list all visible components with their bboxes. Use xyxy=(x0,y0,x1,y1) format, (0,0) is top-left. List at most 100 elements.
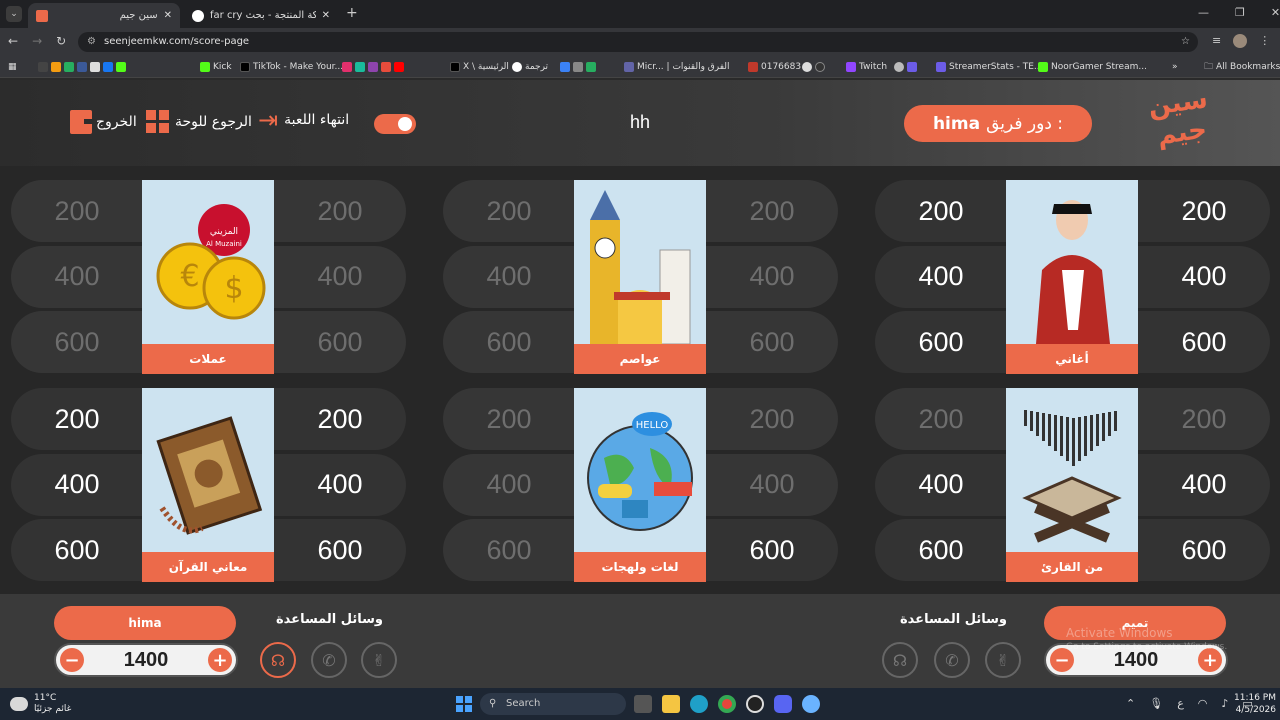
kick-icon[interactable] xyxy=(116,62,126,72)
question-value-button[interactable]: 200 xyxy=(875,180,1007,242)
question-value-button[interactable]: 600 xyxy=(274,311,406,373)
bookmark-number[interactable]: 0176683 xyxy=(748,59,801,75)
weather-cloud-icon[interactable] xyxy=(10,697,28,711)
bookmark-tiktok[interactable]: TikTok - Make Your... xyxy=(240,59,343,75)
back-to-board-link[interactable]: الرجوع للوحة xyxy=(175,114,252,130)
exit-door-icon[interactable] xyxy=(70,110,94,134)
menu-icon[interactable]: ⋮ xyxy=(1259,34,1270,48)
minimize-button[interactable]: — xyxy=(1198,6,1209,19)
mic-icon[interactable]: 🎙 xyxy=(1149,697,1163,710)
team-name-left[interactable]: hima xyxy=(54,606,236,640)
question-value-button[interactable]: 400 xyxy=(443,453,575,516)
youtube-icon[interactable] xyxy=(394,62,404,72)
bookmark-streamerstats[interactable]: StreamerStats - TE... xyxy=(936,59,1043,75)
question-value-button[interactable]: 200 xyxy=(274,388,406,450)
back-icon[interactable]: ← xyxy=(8,34,18,48)
bookmark-a-icon[interactable] xyxy=(51,62,61,72)
tab-search-button[interactable]: ⌄ xyxy=(6,6,22,22)
exit-link[interactable]: الخروج xyxy=(96,114,137,130)
phone-icon[interactable]: ✆ xyxy=(311,642,347,678)
question-value-button[interactable]: 200 xyxy=(11,388,143,450)
question-value-button[interactable]: 400 xyxy=(706,245,838,308)
task-view-icon[interactable] xyxy=(634,695,652,713)
close-icon[interactable]: ✕ xyxy=(164,10,172,21)
question-value-button[interactable]: 600 xyxy=(706,519,838,581)
instagram-icon[interactable] xyxy=(342,62,352,72)
question-value-button[interactable]: 200 xyxy=(706,388,838,450)
question-value-button[interactable]: 600 xyxy=(274,519,406,581)
question-value-button[interactable]: 400 xyxy=(274,453,406,516)
bookmark-twitch[interactable]: Twitch xyxy=(846,59,887,75)
category-card[interactable]: أغاني xyxy=(1006,180,1138,374)
tab-google-search[interactable]: far cry شركة المنتجة - بحث Goog ✕ xyxy=(184,3,338,28)
bookmark-x[interactable]: X \ الرئيسية xyxy=(450,59,509,75)
wifi-icon[interactable]: ◠ xyxy=(1198,697,1208,710)
facebook-icon[interactable] xyxy=(103,62,113,72)
media-icon[interactable]: ≡ xyxy=(1212,34,1221,48)
question-value-button[interactable]: 600 xyxy=(11,519,143,581)
grid-board-icon[interactable] xyxy=(146,110,169,133)
arrow-right-icon[interactable]: ⇥ xyxy=(258,108,278,132)
question-value-button[interactable]: 400 xyxy=(875,245,1007,308)
bookmark-discord-icon[interactable] xyxy=(368,62,378,72)
app-icon[interactable] xyxy=(802,695,820,713)
bookmark-circle-icon[interactable] xyxy=(802,62,812,72)
discord-icon[interactable] xyxy=(774,695,792,713)
chevron-up-icon[interactable]: ⌃ xyxy=(1126,697,1135,710)
question-value-button[interactable]: 600 xyxy=(11,311,143,373)
bookmark-m-icon[interactable] xyxy=(573,62,583,72)
question-value-button[interactable]: 600 xyxy=(1138,311,1270,373)
seenjeem-logo[interactable]: سين جيم xyxy=(1140,83,1220,152)
bookmark-globe-icon[interactable] xyxy=(894,62,904,72)
question-value-button[interactable]: 200 xyxy=(875,388,1007,450)
question-value-button[interactable]: 600 xyxy=(443,311,575,373)
category-card[interactable]: من القارئ xyxy=(1006,388,1138,582)
question-value-button[interactable]: 200 xyxy=(706,180,838,242)
close-icon[interactable]: ✕ xyxy=(322,10,330,21)
call-friend-icon[interactable]: ☊ xyxy=(260,642,296,678)
question-value-button[interactable]: 400 xyxy=(1138,245,1270,308)
volume-icon[interactable]: ♪ xyxy=(1221,697,1228,710)
bookmark-s-icon[interactable] xyxy=(907,62,917,72)
question-value-button[interactable]: 200 xyxy=(1138,180,1270,242)
question-value-button[interactable]: 200 xyxy=(443,180,575,242)
plus-button[interactable]: + xyxy=(208,648,232,672)
bookmark-translate[interactable]: ترجمة xyxy=(512,59,548,75)
question-value-button[interactable]: 600 xyxy=(1138,519,1270,581)
peace-hand-icon[interactable]: ✌ xyxy=(361,642,397,678)
all-bookmarks[interactable]: 🗀 All Bookmarks xyxy=(1204,59,1280,75)
apps-icon[interactable]: ▦ xyxy=(8,59,17,75)
bookmark-star-icon[interactable]: ☆ xyxy=(1181,32,1190,52)
meta-icon[interactable] xyxy=(560,62,570,72)
bookmarks-overflow-icon[interactable]: » xyxy=(1172,59,1178,75)
phone-icon[interactable]: ✆ xyxy=(934,642,970,678)
bookmark-tree-icon[interactable] xyxy=(586,62,596,72)
close-window-button[interactable]: ✕ xyxy=(1271,6,1280,19)
taskbar-search[interactable]: ⚲ Search xyxy=(480,693,626,715)
question-value-button[interactable]: 400 xyxy=(875,453,1007,516)
profile-avatar[interactable] xyxy=(1233,34,1248,48)
question-value-button[interactable]: 400 xyxy=(274,245,406,308)
question-value-button[interactable]: 400 xyxy=(443,245,575,308)
bookmark-r2-icon[interactable] xyxy=(77,62,87,72)
bookmark-github-icon[interactable] xyxy=(815,62,825,72)
obs-icon[interactable] xyxy=(746,695,764,713)
question-value-button[interactable]: 200 xyxy=(274,180,406,242)
question-value-button[interactable]: 600 xyxy=(706,311,838,373)
bookmark-teams[interactable]: Micr... | الفرق والقنوات xyxy=(624,59,730,75)
question-value-button[interactable]: 400 xyxy=(706,453,838,516)
category-card[interactable]: HELLO لغات ولهجات xyxy=(574,388,706,582)
bookmark-p-icon[interactable] xyxy=(355,62,365,72)
question-value-button[interactable]: 600 xyxy=(443,519,575,581)
bookmark-chart-icon[interactable] xyxy=(64,62,74,72)
bookmark-y-icon[interactable] xyxy=(381,62,391,72)
category-card[interactable]: معاني القرآن xyxy=(142,388,274,582)
peace-hand-icon[interactable]: ✌ xyxy=(985,642,1021,678)
call-friend-icon[interactable]: ☊ xyxy=(882,642,918,678)
bookmark-r-icon[interactable] xyxy=(38,62,48,72)
start-windows-icon[interactable] xyxy=(456,696,472,712)
category-card[interactable]: المزيني Al Muzaini € $ عملات xyxy=(142,180,274,374)
clock[interactable]: 11:16 PM 4/5/2026 xyxy=(1234,692,1276,716)
forward-icon[interactable]: → xyxy=(32,34,42,48)
question-value-button[interactable]: 400 xyxy=(11,453,143,516)
